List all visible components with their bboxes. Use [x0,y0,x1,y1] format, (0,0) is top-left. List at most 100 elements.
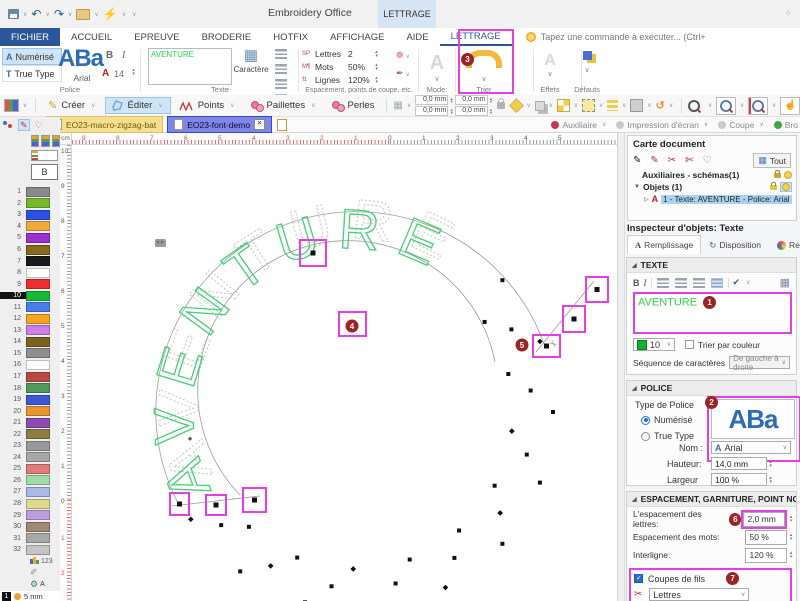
stitch-node[interactable] [238,569,242,573]
spacing-section-header[interactable]: ◢ESPACEMENT, GARNITURE, POINT NOUé [627,492,796,507]
font-size-value[interactable]: 14 [114,69,124,79]
offset-y2-field[interactable]: 0,0 mm [455,106,488,116]
inspector-tab-0[interactable]: ARemplissage [627,235,701,254]
menu-tab-broderie[interactable]: BRODERIE [191,28,263,46]
Espacement des mots:[interactable]: 50 % [745,530,787,545]
doc-tab-EO23-macro-zigzag-bat[interactable]: EO23-macro-zigzag-bat [46,116,163,133]
offset-x1-stepper[interactable]: ▴▾ [450,97,452,104]
color-swatch[interactable] [26,545,50,555]
tree-expand-icon[interactable]: ▼ [634,184,640,190]
color-swatch[interactable] [26,348,50,358]
palette-color-3[interactable]: 3 [0,209,60,221]
palette-color-26[interactable]: 26 [0,475,60,487]
align-center-icon[interactable] [675,278,687,288]
palette-color-27[interactable]: 27 [0,486,60,498]
visibility-bulb-icon[interactable] [784,171,792,179]
sequins-button[interactable]: Paillettes∨ [245,97,324,114]
needle-icon[interactable]: ✒∨ [396,68,412,79]
lock-icon[interactable] [774,173,781,178]
sequence-dropdown[interactable]: De gauche à droite∨ [729,356,790,369]
macro-icon[interactable]: ⚡ [103,8,118,20]
menu-tab-accueil[interactable]: ACCUEIL [60,28,123,46]
new-document-icon[interactable] [277,119,287,131]
font-preview-logo[interactable]: ABa [58,45,103,73]
legend-bro[interactable]: Bro [774,120,798,130]
stitch-node[interactable] [394,581,398,585]
thread-color-dropdown[interactable]: 10∨ [633,338,675,351]
stitch-node[interactable] [247,525,251,529]
design-canvas[interactable]: AVENTUREAVENTURE✂45 [72,145,617,601]
align-left-icon[interactable] [657,278,669,288]
palette-color-29[interactable]: 29 [0,509,60,521]
color-swatch[interactable] [26,256,50,266]
undo-icon[interactable]: ↶ [31,8,41,20]
legend-auxiliaire[interactable]: Auxiliaire∨ [551,120,608,130]
stitch-node[interactable] [537,339,543,345]
color-swatch[interactable] [26,522,50,532]
stepper[interactable]: ▴▾ [789,551,792,559]
sequin-icon[interactable]: ❁∨ [396,50,412,61]
offset-x1-field[interactable]: 0,0 mm [415,95,448,105]
thread-chart-icon[interactable]: 123 [30,557,60,566]
palette-color-31[interactable]: 31 [0,532,60,544]
stitch-node[interactable] [509,428,515,434]
palette-set-1[interactable] [31,135,39,147]
character-map-button[interactable]: ▦ Caractère [232,47,270,83]
defaults-icon[interactable] [583,51,592,60]
align-center-icon[interactable] [275,64,287,74]
trims-scope-dropdown[interactable]: Lettres∨ [649,588,749,601]
stepper[interactable]: ▴▾ [375,63,378,71]
digitized-radio[interactable]: Numérisé [641,415,693,425]
stitch-node[interactable] [188,516,194,522]
palette-color-23[interactable]: 23 [0,440,60,452]
color-swatch[interactable] [26,268,50,278]
stitch-node[interactable] [443,585,449,591]
color-swatch[interactable] [26,418,50,428]
align-tool-icon[interactable] [607,100,618,111]
palette-color-15[interactable]: 15 [0,348,60,360]
menu-tab-affichage[interactable]: AFFICHAGE [319,28,395,46]
zoom-window-icon[interactable] [716,97,736,115]
color-swatch[interactable] [26,187,50,197]
color-swatch[interactable] [26,360,50,370]
font-name-dropdown[interactable]: A Arial∨ [711,441,791,454]
spellcheck-icon[interactable]: ✔ [733,277,741,288]
truetype-radio[interactable]: True Type [641,431,694,441]
palette-color-1[interactable]: 1 [0,186,60,198]
command-hint[interactable]: Tapez une commande à exécuter... (Ctrl+ [526,28,706,46]
menu-tab-aide[interactable]: AIDE [395,28,439,46]
cut-disabled-icon[interactable]: ✄ [685,155,693,166]
menu-tab-epreuve[interactable]: EPREUVE [123,28,190,46]
visibility-bulb-chip[interactable] [780,182,792,192]
align-left-icon[interactable] [275,49,287,59]
palette-settings-icon[interactable]: ⚙A [30,579,60,590]
text-section-header[interactable]: ◢TEXTE [627,258,796,273]
palette-color-5[interactable]: 5 [0,232,60,244]
palette-color-17[interactable]: 17 [0,371,60,383]
color-swatch[interactable] [26,198,50,208]
transform-rotate-icon[interactable]: ↺ [656,99,665,112]
zoom-icon[interactable] [688,100,700,112]
offset-y2-stepper[interactable]: ▴▾ [490,108,492,115]
italic-button[interactable]: I [122,50,125,61]
palette-color-18[interactable]: 18 [0,382,60,394]
pencil-icon[interactable]: ✎ [633,155,641,166]
offset-x2-stepper[interactable]: ▴▾ [490,97,492,104]
stitch-node[interactable] [457,528,461,532]
palette-list-button[interactable] [31,150,58,161]
zoom-selection-icon[interactable] [748,97,768,115]
palette-color-11[interactable]: 11 [0,301,60,313]
stepper[interactable]: ▴▾ [375,76,378,84]
stitches-button[interactable]: Points∨ [173,97,243,114]
inspector-tab-1[interactable]: ↻Disposition [701,235,769,254]
digitized-font-button[interactable]: A Numérisé [2,48,62,65]
palette-color-21[interactable]: 21 [0,417,60,429]
legend-impression-d'écran[interactable]: Impression d'écran∨ [616,120,710,130]
stitch-node[interactable] [529,389,533,393]
stitch-node[interactable] [493,484,497,488]
layers-tool-icon[interactable] [535,101,545,111]
stitch-node[interactable] [219,523,223,527]
color-swatch[interactable] [26,383,50,393]
palette-set-2[interactable] [41,135,49,147]
Interligne:[interactable]: 120 % [745,548,787,563]
